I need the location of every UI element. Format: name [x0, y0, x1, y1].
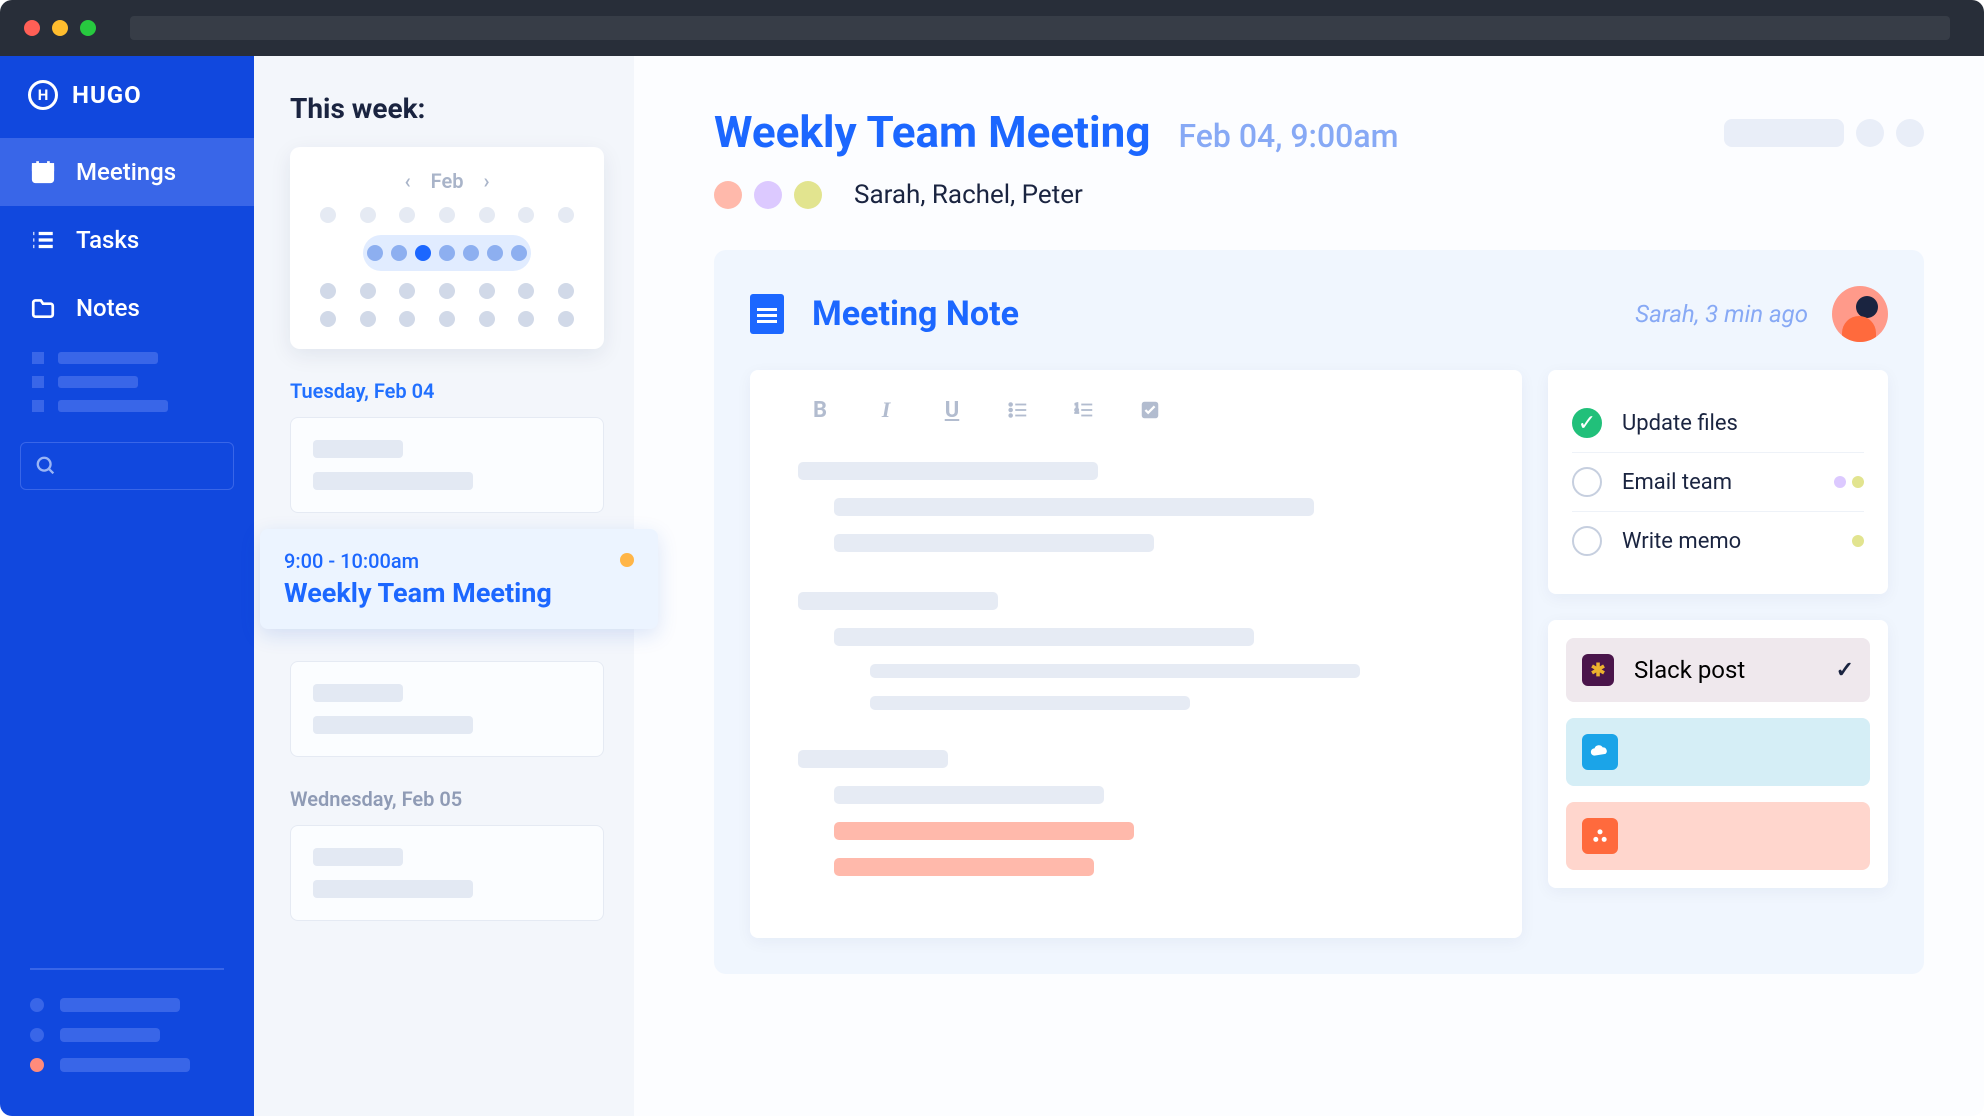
brand-name: HUGO: [72, 81, 142, 109]
action-button-placeholder[interactable]: [1724, 119, 1844, 147]
mini-calendar[interactable]: ‹ Feb ›: [290, 147, 604, 349]
attendee-names: Sarah, Rachel, Peter: [854, 180, 1083, 210]
attendee-dot[interactable]: [754, 181, 782, 209]
attendee-dot[interactable]: [714, 181, 742, 209]
note-author-avatar[interactable]: [1832, 286, 1888, 342]
calendar-today[interactable]: [415, 245, 431, 261]
check-icon: ✓: [1836, 658, 1854, 683]
sidebar-bottom-list: [0, 948, 254, 1092]
bottom-item[interactable]: [30, 1028, 224, 1042]
calendar-icon: [30, 159, 56, 185]
note-editor[interactable]: B I U 12: [750, 370, 1522, 938]
task-label: Write memo: [1622, 529, 1741, 554]
list-icon: [30, 227, 56, 253]
note-meta: Sarah, 3 min ago: [1635, 300, 1808, 328]
checkbox-button[interactable]: [1138, 398, 1162, 422]
nav-sub-items: [0, 342, 254, 422]
task-row[interactable]: Write memo: [1572, 512, 1864, 570]
address-bar[interactable]: [130, 16, 1950, 40]
next-month-button[interactable]: ›: [483, 169, 489, 193]
nav-tasks[interactable]: Tasks: [0, 206, 254, 274]
day-header-2: Wednesday, Feb 05: [290, 787, 604, 811]
calendar-month: Feb: [431, 169, 464, 193]
event-card-selected[interactable]: 9:00 - 10:00am Weekly Team Meeting: [260, 529, 658, 629]
nav-label: Meetings: [76, 158, 176, 186]
editor-toolbar: B I U 12: [798, 398, 1474, 422]
sidebar: HUGO Meetings Tasks Notes: [0, 56, 254, 1116]
calendar-selected-week[interactable]: [363, 235, 531, 271]
task-checkbox-done[interactable]: ✓: [1572, 408, 1602, 438]
cloud-icon: [1582, 734, 1618, 770]
event-card-placeholder[interactable]: [290, 825, 604, 921]
integrations-box: ✱ Slack post ✓: [1548, 620, 1888, 888]
window-minimize-button[interactable]: [52, 20, 68, 36]
numbered-list-button[interactable]: 12: [1072, 398, 1096, 422]
timeline-panel: This week: ‹ Feb › Tuesday, Feb 04: [254, 56, 634, 1116]
integration-asana[interactable]: [1566, 802, 1870, 870]
integration-salesforce[interactable]: [1566, 718, 1870, 786]
panel-heading: This week:: [290, 92, 604, 125]
italic-button[interactable]: I: [874, 398, 898, 422]
logo-icon: [28, 80, 58, 110]
nav-meetings[interactable]: Meetings: [0, 138, 254, 206]
nav-notes[interactable]: Notes: [0, 274, 254, 342]
day-header-1: Tuesday, Feb 04: [290, 379, 604, 403]
task-checkbox[interactable]: [1572, 526, 1602, 556]
attendees-row: Sarah, Rachel, Peter: [714, 180, 1924, 210]
task-checkbox[interactable]: [1572, 467, 1602, 497]
bullet-list-button[interactable]: [1006, 398, 1030, 422]
asana-icon: [1582, 818, 1618, 854]
meeting-note-card: Meeting Note Sarah, 3 min ago B I U: [714, 250, 1924, 974]
event-title: Weekly Team Meeting: [284, 577, 634, 609]
window-close-button[interactable]: [24, 20, 40, 36]
bottom-item[interactable]: [30, 1058, 224, 1072]
search-icon: [35, 455, 57, 477]
task-row[interactable]: Email team: [1572, 453, 1864, 512]
task-label: Email team: [1622, 470, 1732, 495]
integration-label: Slack post: [1634, 656, 1745, 684]
event-status-dot: [620, 553, 634, 567]
action-circle-placeholder[interactable]: [1896, 119, 1924, 147]
attendee-dot[interactable]: [794, 181, 822, 209]
meeting-date: Feb 04, 9:00am: [1178, 117, 1398, 155]
search-input[interactable]: [20, 442, 234, 490]
window-maximize-button[interactable]: [80, 20, 96, 36]
action-circle-placeholder[interactable]: [1856, 119, 1884, 147]
bottom-item[interactable]: [30, 998, 224, 1012]
titlebar: [0, 0, 1984, 56]
nav-label: Notes: [76, 294, 140, 322]
folder-icon: [30, 295, 56, 321]
calendar-grid[interactable]: [312, 207, 582, 327]
nav-label: Tasks: [76, 226, 139, 254]
event-card-placeholder[interactable]: [290, 417, 604, 513]
svg-text:2: 2: [1075, 407, 1079, 415]
tasks-box: ✓ Update files Email team Write memo: [1548, 370, 1888, 594]
document-icon: [750, 294, 784, 334]
integration-slack[interactable]: ✱ Slack post ✓: [1566, 638, 1870, 702]
event-card-placeholder[interactable]: [290, 661, 604, 757]
prev-month-button[interactable]: ‹: [404, 169, 410, 193]
underline-button[interactable]: U: [940, 398, 964, 422]
task-label: Update files: [1622, 411, 1738, 436]
slack-icon: ✱: [1582, 654, 1614, 686]
meeting-content: Weekly Team Meeting Feb 04, 9:00am Sarah…: [634, 56, 1984, 1116]
bold-button[interactable]: B: [808, 398, 832, 422]
app-logo[interactable]: HUGO: [0, 80, 254, 138]
event-time: 9:00 - 10:00am: [284, 549, 634, 573]
note-title: Meeting Note: [812, 294, 1019, 334]
task-row[interactable]: ✓ Update files: [1572, 394, 1864, 453]
title-actions: [1724, 119, 1924, 147]
page-title: Weekly Team Meeting: [714, 106, 1150, 158]
